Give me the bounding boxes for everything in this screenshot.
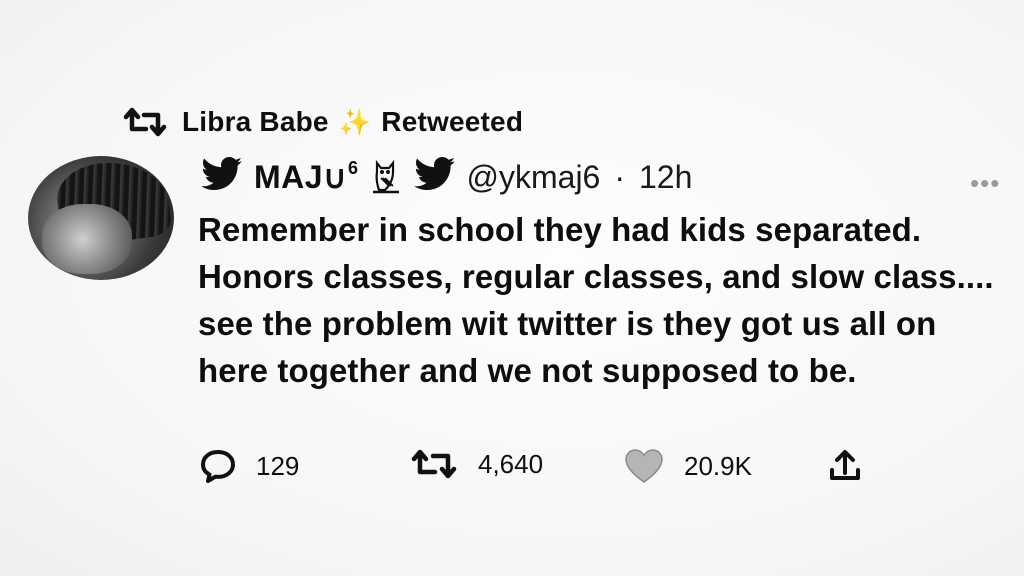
avatar-face bbox=[42, 204, 132, 274]
like-button[interactable]: 20.9K bbox=[624, 448, 752, 484]
tweet-actions: 129 4,640 20.9K bbox=[200, 448, 880, 488]
retweet-banner: Libra Babe ✨ Retweeted bbox=[122, 106, 523, 138]
display-name-superscript: 6 bbox=[347, 158, 359, 178]
bird-icon bbox=[200, 156, 244, 198]
tweet-screenshot: Libra Babe ✨ Retweeted MAJ∪6 @ykmaj6 · 1… bbox=[0, 0, 1024, 576]
retweet-button[interactable]: 4,640 bbox=[410, 448, 543, 480]
retweeted-label: Retweeted bbox=[381, 106, 524, 137]
display-name[interactable]: MAJ∪6 bbox=[254, 158, 359, 196]
sparkles-icon: ✨ bbox=[338, 106, 372, 137]
owl-icon bbox=[369, 159, 403, 194]
retweeter-name[interactable]: Libra Babe bbox=[182, 106, 329, 138]
reply-icon bbox=[200, 448, 236, 484]
tweet-text: Remember in school they had kids separat… bbox=[198, 211, 994, 389]
avatar[interactable] bbox=[28, 156, 174, 280]
retweet-icon bbox=[122, 107, 168, 137]
retweet-count: 4,640 bbox=[478, 448, 544, 479]
separator-dot: · bbox=[614, 158, 625, 195]
heart-icon bbox=[624, 448, 664, 484]
like-count: 20.9K bbox=[684, 450, 752, 481]
timestamp[interactable]: 12h bbox=[639, 159, 692, 196]
share-icon bbox=[828, 448, 862, 482]
bird-icon bbox=[413, 156, 457, 198]
reply-count: 129 bbox=[256, 450, 300, 481]
share-button[interactable] bbox=[828, 448, 862, 482]
retweet-icon bbox=[410, 448, 458, 480]
tweet-header: MAJ∪6 @ykmaj6 · 12h bbox=[200, 156, 692, 198]
user-handle[interactable]: @ykmaj6 bbox=[467, 159, 601, 196]
reply-button[interactable]: 129 bbox=[200, 448, 299, 484]
more-icon[interactable]: ••• bbox=[970, 168, 1000, 199]
